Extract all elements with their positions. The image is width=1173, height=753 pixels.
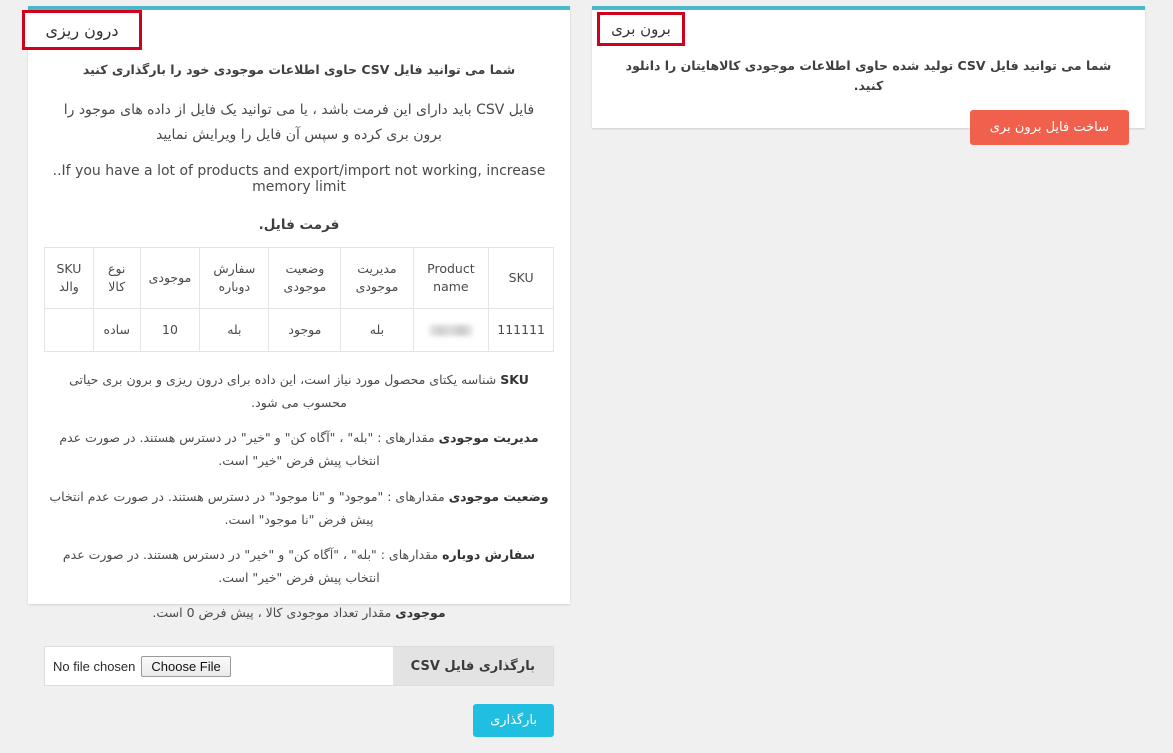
file-input-control[interactable]: Choose File No file chosen [53, 655, 231, 677]
field-description-term: وضعیت موجودی [448, 488, 549, 504]
import-submit-row: بارگذاری [44, 704, 554, 738]
redaction-blur [428, 324, 473, 336]
csv-upload-label: بارگذاری فایل CSV [392, 647, 553, 686]
import-memory-note: ..If you have a lot of products and expo… [52, 163, 546, 195]
field-description-term: SKU [500, 372, 529, 387]
import-card-body: شما می توانید فایل CSV حاوی اطلاعات موجو… [28, 10, 570, 753]
field-description: سفارش دوباره مقدارهای : "بله" ، "آگاه کن… [46, 543, 552, 589]
table-header-row: SKU Product name مدیریت موجودی وضعیت موجودی… [44, 247, 554, 309]
field-description-term: سفارش دوباره [442, 546, 536, 562]
import-panel-title: درون ریزی [22, 10, 142, 50]
import-lead-text: شما می توانید فایل CSV حاوی اطلاعات موجو… [82, 62, 516, 77]
field-description: وضعیت موجودی مقدارهای : "موجود" و "نا مو… [46, 485, 552, 531]
csv-upload-row: بارگذاری فایل CSV Choose File No file ch… [44, 646, 554, 687]
format-heading: فرمت فایل. [258, 217, 340, 233]
field-description-term: مدیریت موجودی [438, 430, 539, 446]
table-cell [44, 308, 94, 352]
import-card: شما می توانید فایل CSV حاوی اطلاعات موجو… [28, 6, 570, 738]
choose-file-button[interactable]: Choose File [141, 655, 231, 677]
field-description: SKU شناسه یکتای محصول مورد نیاز است، این… [46, 368, 552, 414]
field-description-term: موجودی [395, 605, 446, 620]
format-table: SKU Product name مدیریت موجودی وضعیت موجودی… [44, 247, 554, 352]
file-status-text: No file chosen [53, 658, 136, 674]
table-header-cell: وضعیت موجودی [268, 247, 342, 309]
page-root: شما می توانید فایل CSV حاوی اطلاعات موجو… [0, 0, 1173, 738]
export-panel-title: برون بری [597, 12, 685, 46]
field-description-list: SKU شناسه یکتای محصول مورد نیاز است، این… [44, 368, 554, 624]
field-description: مدیریت موجودی مقدارهای : "بله" ، "آگاه ک… [46, 426, 552, 472]
table-header-cell: سفارش دوباره [199, 247, 270, 309]
csv-upload-field: Choose File No file chosen [45, 647, 393, 686]
table-row: 111111 بله موجود بله 10 ساده [44, 308, 554, 352]
table-cell: ساده [92, 308, 141, 352]
export-action-row: ساخت فایل برون بری [608, 110, 1129, 145]
table-cell: 10 [139, 308, 201, 352]
field-description: موجودی مقدار تعداد موجودی کالا ، پیش فرض… [46, 601, 552, 624]
redacted-product-name-cell [412, 308, 490, 352]
table-cell: 111111 [488, 308, 554, 352]
format-table-body: 111111 بله موجود بله 10 ساده [44, 308, 554, 352]
field-description-text: شناسه یکتای محصول مورد نیاز است، این داد… [69, 372, 501, 411]
table-cell: بله [340, 308, 414, 352]
table-header-cell: مدیریت موجودی [340, 247, 414, 309]
field-description-text: مقدار تعداد موجودی کالا ، پیش فرض 0 است. [152, 605, 396, 620]
generate-export-file-button[interactable]: ساخت فایل برون بری [969, 110, 1129, 145]
import-format-paragraph: فایل CSV باید دارای این فرمت باشد ، یا م… [63, 102, 535, 143]
table-header-cell: SKU [488, 247, 554, 309]
upload-submit-button[interactable]: بارگذاری [473, 704, 554, 738]
table-cell: موجود [268, 308, 342, 352]
table-header-cell: SKU والد [44, 247, 94, 309]
field-description-text: مقدارهای : "موجود" و "نا موجود" در دسترس… [49, 488, 449, 527]
table-header-cell: نوع کالا [92, 247, 141, 309]
field-description-text: مقدارهای : "بله" ، "آگاه کن" و "خیر" در … [59, 430, 439, 469]
table-header-cell: موجودی [139, 247, 201, 309]
field-description-text: مقدارهای : "بله" ، "آگاه کن" و "خیر" در … [62, 546, 443, 585]
table-cell: بله [199, 308, 270, 352]
export-lead-text: شما می توانید فایل CSV تولید شده حاوی اط… [625, 58, 1112, 93]
table-header-cell: Product name [412, 247, 490, 309]
format-table-head: SKU Product name مدیریت موجودی وضعیت موجودی… [44, 247, 554, 309]
